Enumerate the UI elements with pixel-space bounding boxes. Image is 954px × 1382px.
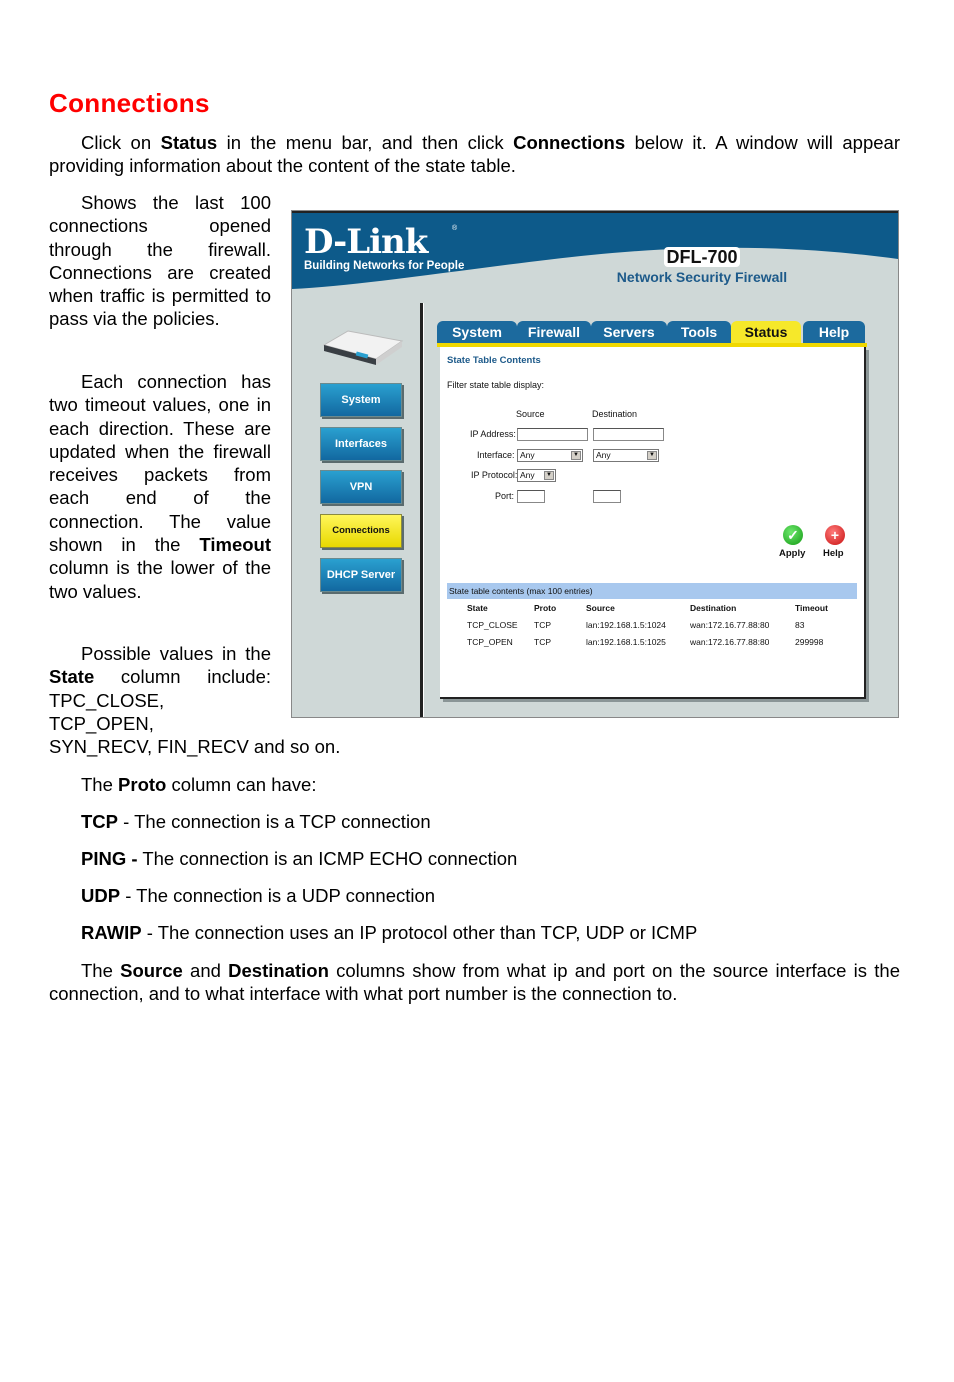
dropdown-arrow-icon[interactable]: ▼	[647, 451, 657, 460]
destination-ip-address-input[interactable]	[593, 428, 664, 441]
column-header-state: State	[467, 603, 488, 613]
interface-label: Interface:	[477, 450, 515, 460]
page-heading: Connections	[49, 88, 210, 118]
sidebar-item-interfaces[interactable]: Interfaces	[320, 427, 402, 461]
proto-intro-text: column can have:	[166, 774, 317, 795]
closing-bold-destination: Destination	[228, 960, 329, 981]
proto-item-desc: - The connection is a UDP connection	[120, 885, 436, 906]
destination-port-input[interactable]	[593, 490, 621, 503]
dlink-logo: D-Link Building Networks for People ®	[304, 225, 464, 272]
model-block: DFL-700 Network Security Firewall	[602, 247, 802, 285]
proto-item: TCP - The connection is a TCP connection	[81, 810, 901, 833]
proto-item-desc: The connection is an ICMP ECHO connectio…	[137, 848, 518, 869]
side-paragraph-1: Shows the last 100 connections opened th…	[49, 192, 271, 330]
panel-title: State Table Contents	[447, 355, 541, 366]
proto-item: UDP - The connection is a UDP connection	[81, 884, 901, 907]
plus-circle-icon[interactable]: +	[825, 525, 845, 545]
sidebar-item-dhcp-server[interactable]: DHCP Server	[320, 558, 402, 592]
ip-protocol-label: IP Protocol:	[471, 470, 518, 480]
p3-bold: State	[49, 666, 95, 688]
brand-tagline: Building Networks for People	[304, 260, 465, 272]
ip-address-label: IP Address:	[470, 429, 516, 439]
tab-tools[interactable]: Tools	[667, 321, 731, 343]
cell-timeout: 299998	[795, 637, 824, 647]
help-button[interactable]: Help	[823, 548, 844, 559]
side-paragraph-2: Each connection has two timeout values, …	[49, 370, 271, 603]
tab-status[interactable]: Status	[731, 321, 801, 343]
cell-source: lan:192.168.1.5:1025	[586, 637, 666, 647]
closing-paragraph: The Source and Destination columns show …	[49, 959, 900, 1006]
proto-item: RAWIP - The connection uses an IP protoc…	[81, 921, 901, 944]
proto-item-name: UDP	[81, 885, 121, 906]
column-header-proto: Proto	[534, 603, 557, 613]
select-value: Any	[520, 450, 535, 460]
p2-bold: Timeout	[199, 534, 271, 556]
firewall-device-icon	[322, 330, 404, 365]
sidebar-item-connections[interactable]: Connections	[320, 514, 402, 548]
side-paragraph-3a: Possible values in the State column incl…	[49, 643, 271, 734]
cell-destination: wan:172.16.77.88:80	[690, 637, 770, 647]
sidebar-item-system[interactable]: System	[320, 383, 402, 417]
proto-item-desc: - The connection uses an IP protocol oth…	[141, 922, 698, 943]
closing-bold-source: Source	[120, 960, 183, 981]
apply-button[interactable]: Apply	[779, 548, 805, 559]
source-ip-address-input[interactable]	[517, 428, 588, 441]
cell-proto: TCP	[534, 637, 551, 647]
model-name: DFL-700	[664, 247, 740, 267]
closing-text: The	[81, 960, 121, 981]
column-header-timeout: Timeout	[795, 603, 828, 613]
sidebar-divider	[420, 303, 424, 717]
dlink-screenshot-figure: D-Link Building Networks for People ® DF…	[291, 210, 899, 718]
top-tab-bar: System Firewall Servers Tools Status Hel…	[437, 321, 867, 345]
sidebar-item-vpn[interactable]: VPN	[320, 470, 402, 504]
dropdown-arrow-icon[interactable]: ▼	[571, 451, 581, 460]
column-header-source: Source	[586, 603, 615, 613]
p2-text: column is the lower of the two values.	[49, 557, 271, 602]
side-paragraph-3b: SYN_RECV, FIN_RECV and so on.	[49, 736, 341, 757]
column-header-destination: Destination	[690, 603, 737, 613]
proto-item-desc: - The connection is a TCP connection	[118, 811, 431, 832]
filter-source-heading: Source	[516, 409, 545, 419]
intro-text: in the menu bar, and then click	[217, 132, 514, 153]
proto-intro: The Proto column can have:	[81, 773, 901, 796]
proto-item-name: RAWIP	[81, 922, 142, 943]
tab-servers[interactable]: Servers	[591, 321, 667, 343]
filter-destination-heading: Destination	[592, 409, 638, 419]
cell-timeout: 83	[795, 620, 805, 630]
tab-system[interactable]: System	[437, 321, 517, 343]
proto-item: PING - The connection is an ICMP ECHO co…	[81, 847, 901, 870]
proto-intro-bold: Proto	[118, 774, 167, 795]
dropdown-arrow-icon[interactable]: ▼	[544, 471, 554, 480]
source-interface-select[interactable]: Any ▼	[517, 449, 583, 462]
port-label: Port:	[495, 491, 515, 501]
intro-bold-status: Status	[160, 132, 218, 153]
brand-name: D-Link	[304, 222, 428, 262]
tab-firewall[interactable]: Firewall	[517, 321, 591, 343]
intro-text: Click on	[81, 132, 161, 153]
intro-paragraph: Click on Status in the menu bar, and the…	[49, 131, 900, 178]
source-port-input[interactable]	[517, 490, 545, 503]
model-subtitle: Network Security Firewall	[616, 269, 788, 285]
state-table-panel: State Table Contents Filter state table …	[440, 347, 866, 699]
tab-help[interactable]: Help	[803, 321, 865, 343]
select-value: Any	[596, 450, 611, 460]
cell-destination: wan:172.16.77.88:80	[690, 620, 770, 630]
cell-state: TCP_OPEN	[467, 637, 513, 647]
table-caption: State table contents (max 100 entries)	[447, 583, 857, 599]
proto-item-name: TCP	[81, 811, 118, 832]
p2-text: Each connection has two timeout values, …	[49, 371, 271, 556]
destination-interface-select[interactable]: Any ▼	[593, 449, 659, 462]
closing-text: and	[182, 960, 229, 981]
filter-label: Filter state table display:	[447, 380, 545, 390]
cell-state: TCP_CLOSE	[467, 620, 518, 630]
check-circle-icon[interactable]: ✓	[783, 525, 803, 545]
proto-intro-text: The	[81, 774, 119, 795]
ip-protocol-select[interactable]: Any ▼	[517, 469, 556, 482]
intro-bold-connections: Connections	[513, 132, 626, 153]
proto-item-name: PING -	[81, 848, 138, 869]
cell-source: lan:192.168.1.5:1024	[586, 620, 666, 630]
registered-mark: ®	[452, 225, 458, 232]
cell-proto: TCP	[534, 620, 551, 630]
select-value: Any	[520, 470, 535, 480]
